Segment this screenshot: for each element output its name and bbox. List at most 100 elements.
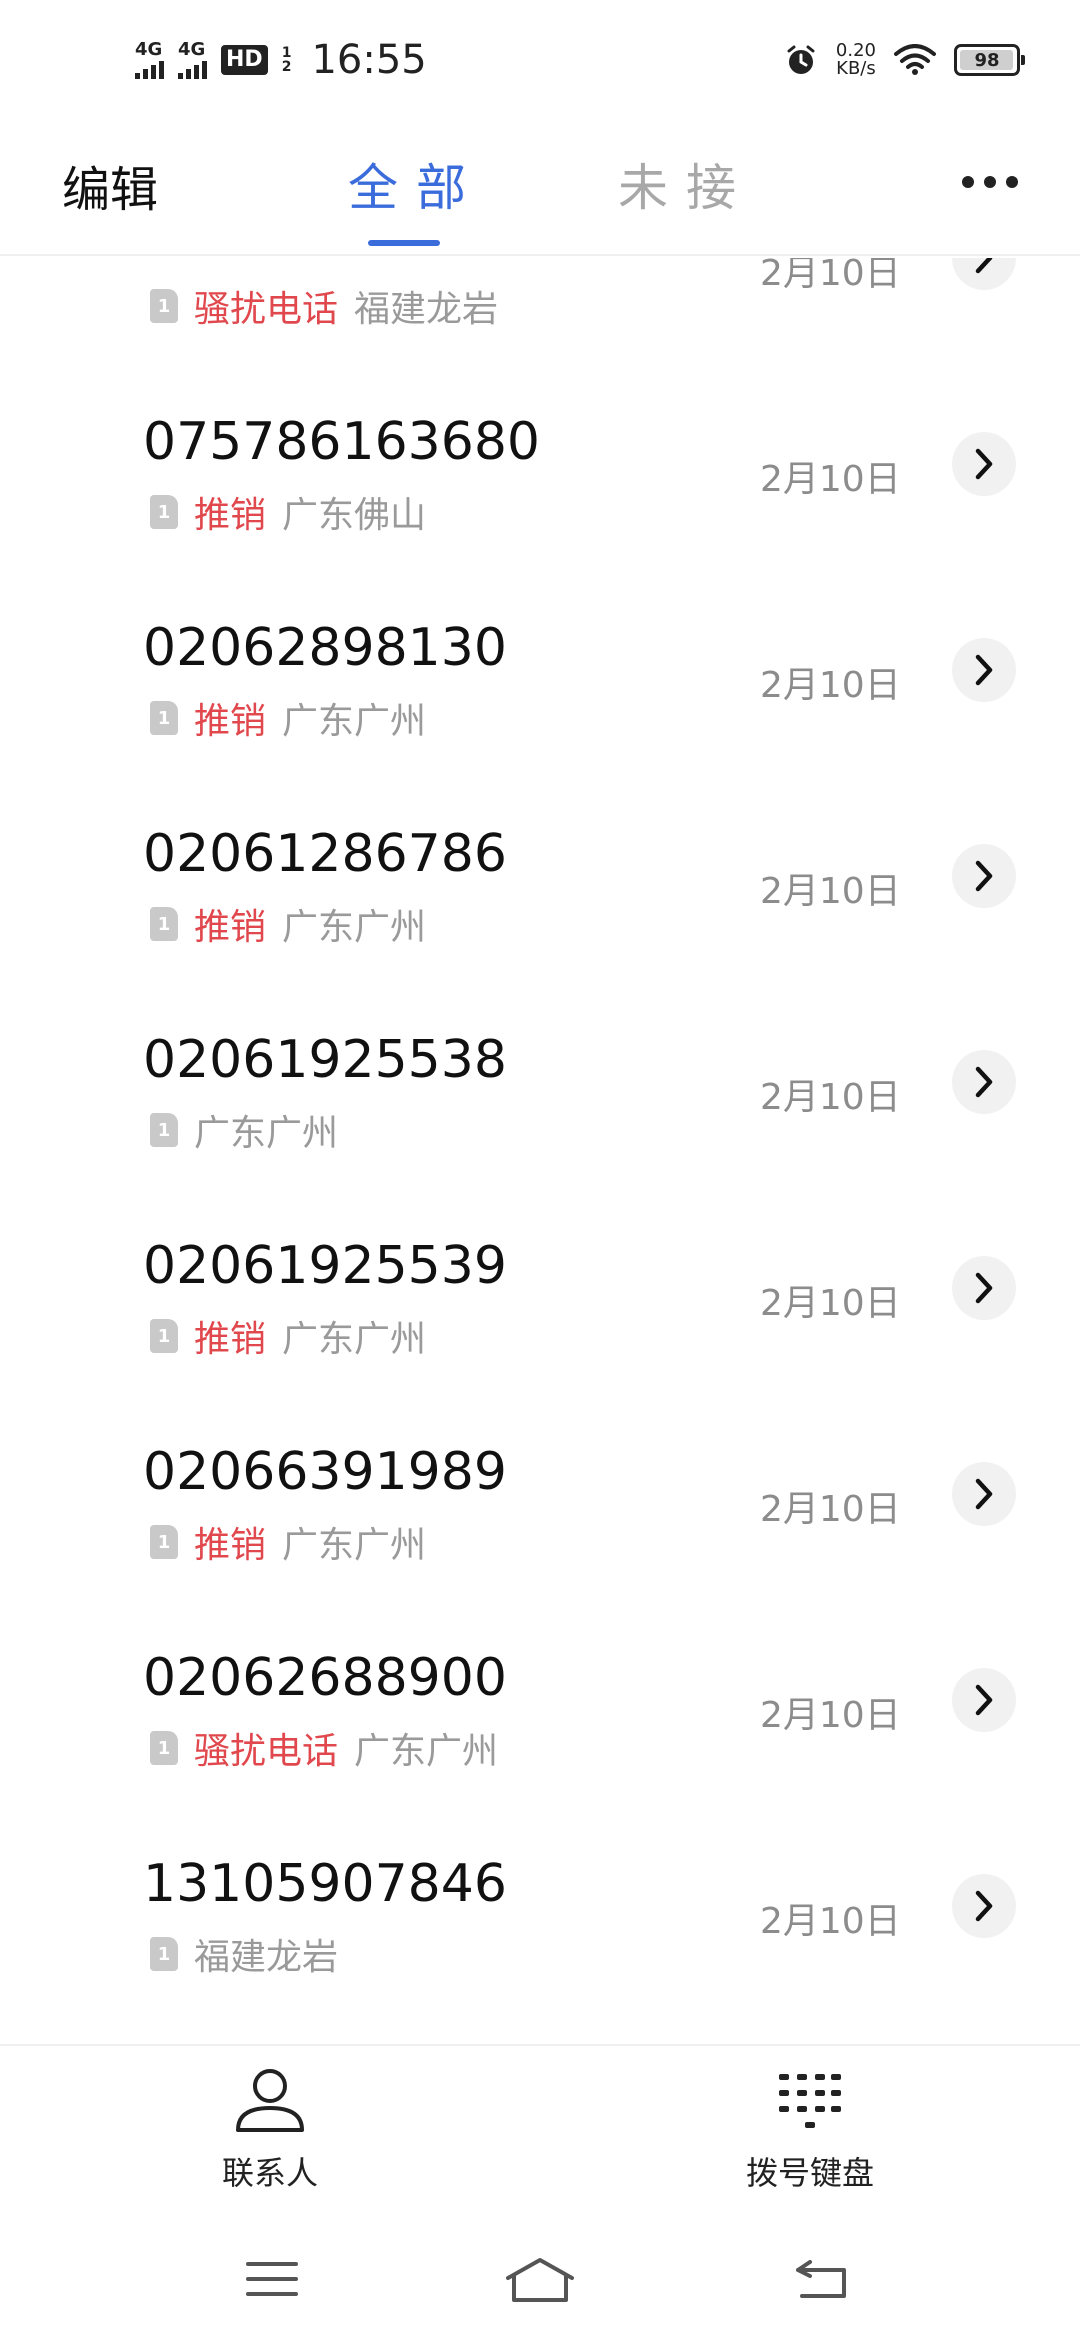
hd-sim-indicator: 1 2: [282, 46, 292, 74]
call-detail-button[interactable]: [952, 1668, 1016, 1732]
chevron-right-icon: [975, 1478, 993, 1510]
sim-card-icon: 1: [150, 907, 178, 941]
wifi-icon: [894, 44, 936, 75]
home-icon[interactable]: [504, 2256, 576, 2306]
call-log-row[interactable]: 02061925539 1 推销 广东广州 2月10日: [0, 1214, 1080, 1420]
sim-card-icon: 1: [150, 1525, 178, 1559]
call-log-row[interactable]: 075786163680 1 推销 广东佛山 2月10日: [0, 390, 1080, 596]
chevron-right-icon: [975, 258, 993, 274]
chevron-right-icon: [975, 1684, 993, 1716]
chevron-right-icon: [975, 448, 993, 480]
call-log-row[interactable]: 02062898130 1 推销 广东广州 2月10日: [0, 596, 1080, 802]
call-log-row[interactable]: 02066391989 1 推销 广东广州 2月10日: [0, 1420, 1080, 1626]
call-subtitle: 1 骚扰电话 广东广州: [150, 1722, 498, 1774]
more-dot: [984, 176, 996, 188]
chevron-right-icon: [975, 1272, 993, 1304]
more-dot: [962, 176, 974, 188]
caller-location: 福建龙岩: [354, 289, 499, 330]
call-detail-button[interactable]: [952, 1462, 1016, 1526]
signal-icon: 4G: [178, 41, 207, 79]
chevron-right-icon: [975, 1890, 993, 1922]
dialpad-icon: [779, 2074, 841, 2128]
battery-level: 98: [974, 49, 1000, 71]
more-dot: [1006, 176, 1018, 188]
signal-icon: 4G: [135, 41, 164, 79]
system-navigation-bar: [0, 2230, 1080, 2340]
hd-sub-bottom: 2: [281, 59, 292, 75]
chevron-right-icon: [975, 654, 993, 686]
spam-tag: 骚扰电话: [194, 1731, 339, 1772]
caller-location: 广东佛山: [282, 495, 427, 536]
call-date: 2月10日: [760, 1901, 901, 1942]
hd-voice-icon: HD: [221, 45, 268, 75]
spam-tag: 推销: [194, 1319, 267, 1360]
spam-tag: 推销: [194, 907, 267, 948]
spam-tag: 推销: [194, 701, 267, 742]
status-bar: 4G 4G HD 1 2 16:55 0.20 KB/s 98: [0, 0, 1080, 120]
call-subtitle: 1 推销 广东广州: [150, 692, 426, 744]
call-log-row[interactable]: 13105907846 1 福建龙岩 2月10日: [0, 1832, 1080, 2038]
tab-all[interactable]: 全部: [348, 148, 484, 220]
menu-icon[interactable]: [244, 2256, 300, 2302]
caller-location: 福建龙岩: [194, 1937, 339, 1978]
call-detail-button[interactable]: [952, 844, 1016, 908]
call-detail-button[interactable]: [952, 432, 1016, 496]
call-detail-button[interactable]: [952, 638, 1016, 702]
call-subtitle: 1 广东广州: [150, 1104, 338, 1156]
call-log-row[interactable]: 02062688900 1 骚扰电话 广东广州 2月10日: [0, 1626, 1080, 1832]
call-log-screen: 4G 4G HD 1 2 16:55 0.20 KB/s 98 编辑 全部 未接…: [0, 0, 1080, 2340]
network-type-label: 4G: [178, 39, 206, 60]
caller-location: 广东广州: [282, 1525, 427, 1566]
spam-tag: 骚扰电话: [194, 289, 339, 330]
chevron-right-icon: [975, 1066, 993, 1098]
sim-card-icon: 1: [150, 1319, 178, 1353]
call-subtitle: 1 推销 广东广州: [150, 898, 426, 950]
person-icon: [236, 2069, 304, 2132]
phone-number: 02062688900: [143, 1648, 507, 1708]
call-date: 2月10日: [760, 1077, 901, 1118]
call-date: 2月10日: [760, 1489, 901, 1530]
call-detail-button[interactable]: [952, 258, 1016, 290]
caller-location: 广东广州: [282, 1319, 427, 1360]
active-tab-indicator: [368, 240, 440, 246]
call-detail-button[interactable]: [952, 1256, 1016, 1320]
status-left: 4G 4G HD 1 2 16:55: [135, 37, 427, 83]
app-header: 编辑 全部 未接: [0, 120, 1080, 256]
spam-tag: 推销: [194, 495, 267, 536]
call-log-row[interactable]: 02061286786 1 推销 广东广州 2月10日: [0, 802, 1080, 1008]
back-icon[interactable]: [792, 2256, 852, 2302]
dialpad-tab[interactable]: 拨号键盘: [690, 2066, 930, 2194]
phone-number: 02061286786: [143, 824, 507, 884]
call-detail-button[interactable]: [952, 1874, 1016, 1938]
call-subtitle: 1 推销 广东广州: [150, 1516, 426, 1568]
call-date: 2月10日: [760, 1283, 901, 1324]
more-options-button[interactable]: [962, 176, 1018, 188]
call-date: 2月10日: [760, 459, 901, 500]
bottom-navigation: 联系人 拨号键盘: [0, 2044, 1080, 2230]
alarm-icon: [787, 45, 815, 74]
sim-card-icon: 1: [150, 1113, 178, 1147]
sim-card-icon: 1: [150, 1937, 178, 1971]
contacts-tab[interactable]: 联系人: [150, 2066, 390, 2194]
chevron-right-icon: [975, 860, 993, 892]
caller-location: 广东广州: [194, 1113, 339, 1154]
edit-button[interactable]: 编辑: [62, 150, 158, 220]
phone-number: 13105907846: [143, 1854, 507, 1914]
phone-number: 02061925539: [143, 1236, 507, 1296]
call-log-row[interactable]: 13174584257 1 骚扰电话福建龙岩 2月10日: [0, 258, 1080, 390]
sim-card-icon: 1: [150, 289, 178, 323]
net-speed-unit: KB/s: [836, 58, 876, 79]
call-log-row[interactable]: 02061925538 1 广东广州 2月10日: [0, 1008, 1080, 1214]
call-subtitle: 1 推销 广东广州: [150, 1310, 426, 1362]
status-right: 0.20 KB/s 98: [784, 42, 1025, 79]
tab-missed[interactable]: 未接: [618, 148, 754, 220]
call-log-list[interactable]: 131745842571骚扰电话福建龙岩2月10日0757861636801推销…: [0, 258, 1080, 2044]
phone-number: 02066391989: [143, 1442, 507, 1502]
call-detail-button[interactable]: [952, 1050, 1016, 1114]
call-subtitle: 1 推销 广东佛山: [150, 486, 426, 538]
battery-icon: 98: [954, 44, 1025, 76]
clock: 16:55: [311, 37, 427, 83]
call-subtitle: 1 福建龙岩: [150, 1928, 338, 1980]
caller-location: 广东广州: [282, 701, 427, 742]
dialpad-label: 拨号键盘: [745, 2154, 874, 2192]
